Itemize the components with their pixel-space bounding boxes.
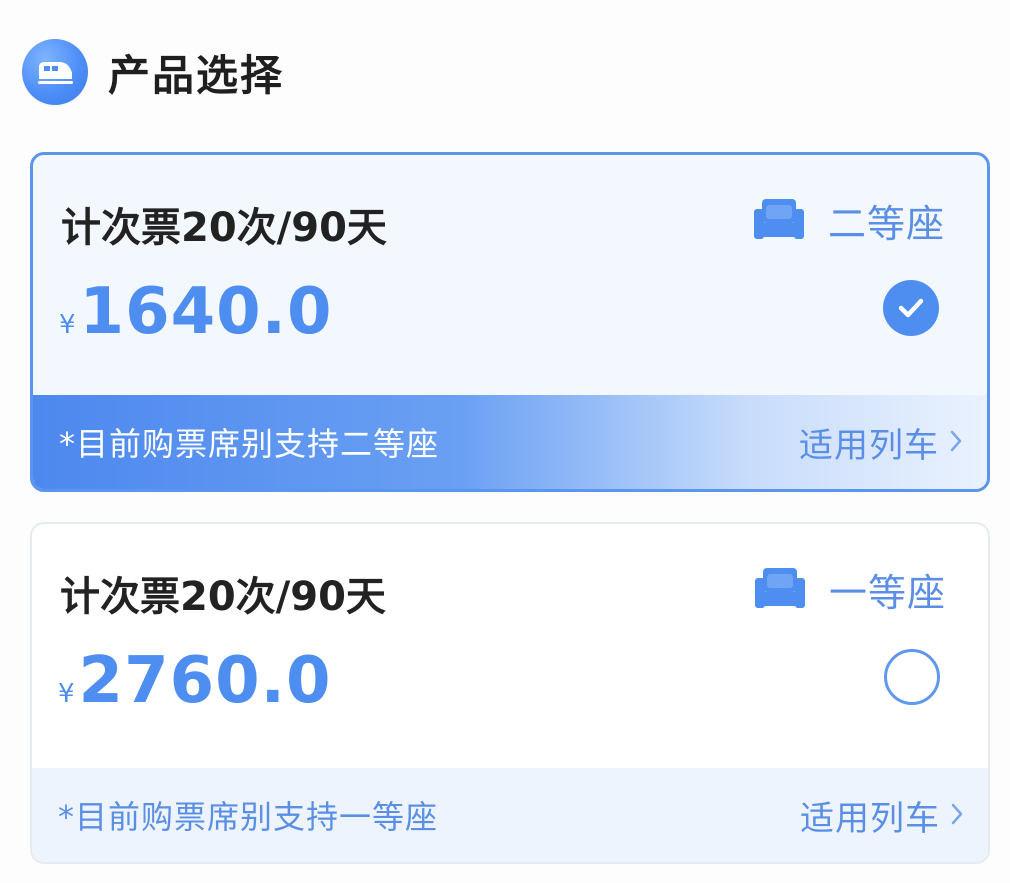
- seat-icon: [753, 197, 804, 245]
- product-card-first-class[interactable]: 计次票20次/90天 一等座 ¥ 2760.0 *目前购票席别支持一等座 适用列…: [30, 522, 990, 864]
- chevron-right-icon: [949, 422, 963, 462]
- product-title: 计次票20次/90天: [61, 205, 387, 251]
- price-value: 2760.0: [78, 644, 332, 718]
- product-card-second-class[interactable]: 计次票20次/90天 二等座 ¥ 1640.0 *目前购票席别支持二等座 适用列…: [30, 152, 990, 492]
- currency-symbol: ¥: [59, 310, 76, 340]
- chevron-right-icon: [950, 795, 964, 835]
- price-value: 1640.0: [79, 275, 333, 349]
- product-selection-page: 产品选择 计次票20次/90天 二等座 ¥ 1640.0 *目前购票席别支持二等…: [0, 0, 1010, 883]
- applicable-trains-link[interactable]: 适用列车: [800, 791, 964, 840]
- seat-icon: [754, 566, 805, 614]
- applicable-trains-label: 适用列车: [799, 425, 939, 466]
- card-footer: *目前购票席别支持一等座 适用列车: [32, 768, 988, 862]
- seat-support-note: *目前购票席别支持二等座: [59, 425, 440, 463]
- seat-label: 一等座: [828, 571, 946, 615]
- seat-label: 二等座: [827, 202, 945, 246]
- seat-class: 一等座: [754, 562, 946, 617]
- seat-class: 二等座: [753, 193, 945, 248]
- price: ¥ 2760.0: [58, 644, 332, 718]
- section-title: 产品选择: [108, 50, 285, 100]
- seat-support-note: *目前购票席别支持一等座: [58, 798, 439, 836]
- applicable-trains-link[interactable]: 适用列车: [799, 418, 963, 467]
- product-title: 计次票20次/90天: [60, 574, 386, 620]
- applicable-trains-label: 适用列车: [800, 798, 940, 839]
- section-header: 产品选择: [22, 38, 284, 106]
- currency-symbol: ¥: [58, 679, 75, 709]
- card-footer: *目前购票席别支持二等座 适用列车: [33, 395, 987, 489]
- train-icon: [22, 39, 88, 105]
- selected-check-icon[interactable]: [883, 280, 939, 336]
- unselected-radio-icon[interactable]: [884, 649, 940, 705]
- price: ¥ 1640.0: [59, 275, 333, 349]
